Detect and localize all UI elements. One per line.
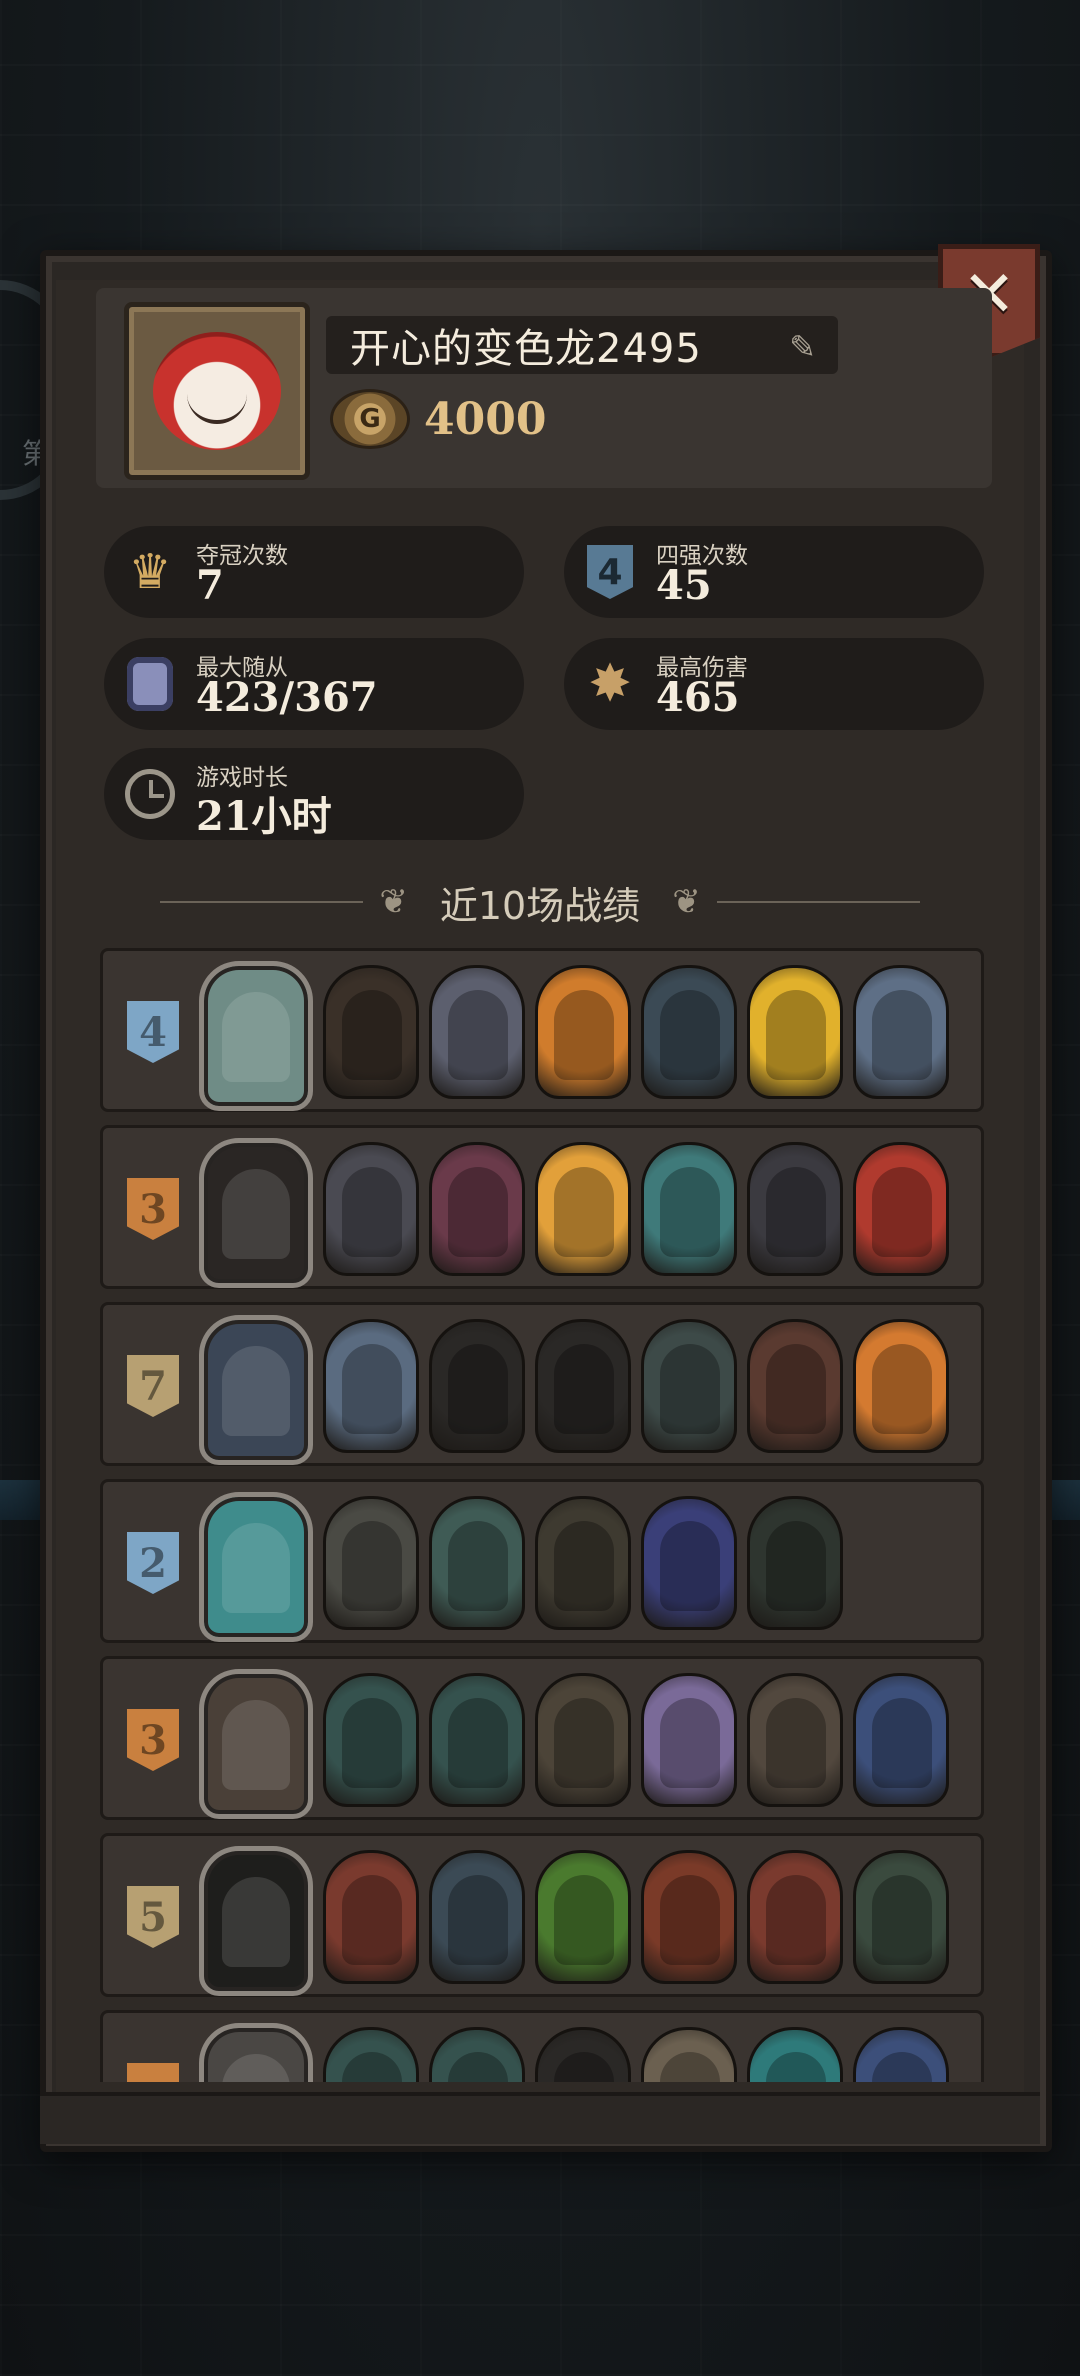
match-row[interactable]: 3 xyxy=(100,1656,984,1820)
minion-card[interactable] xyxy=(747,2027,843,2082)
minion-card[interactable] xyxy=(535,1850,631,1984)
coin-value: 4000 xyxy=(424,393,547,445)
minion-card[interactable] xyxy=(535,1496,631,1630)
minion-card[interactable] xyxy=(747,1319,843,1453)
hero-portrait[interactable] xyxy=(199,961,313,1111)
coin-balance: G 4000 xyxy=(330,388,546,450)
minion-card[interactable] xyxy=(429,1496,525,1630)
placement-badge: 5 xyxy=(127,1886,179,1948)
placement-badge: 3 xyxy=(127,1709,179,1771)
recent-matches-list[interactable]: 4 3 7 2 3 5 xyxy=(100,948,984,2082)
divider-line xyxy=(716,901,921,903)
match-row[interactable]: 4 xyxy=(100,948,984,1112)
section-title: 近10场战绩 xyxy=(439,883,641,928)
hero-portrait[interactable] xyxy=(199,1315,313,1465)
swirl-ornament-icon: ❦ xyxy=(379,882,408,922)
minion-card[interactable] xyxy=(429,2027,525,2082)
minion-card[interactable] xyxy=(323,2027,419,2082)
minion-card[interactable] xyxy=(323,1850,419,1984)
minion-card[interactable] xyxy=(429,965,525,1099)
minion-card[interactable] xyxy=(853,2027,949,2082)
minion-card[interactable] xyxy=(747,1496,843,1630)
minion-card[interactable] xyxy=(641,1496,737,1630)
recent-matches-header: ❦ 近10场战绩 ❦ xyxy=(160,872,921,932)
minion-card[interactable] xyxy=(641,1319,737,1453)
panel-bottom-edge xyxy=(40,2092,1040,2144)
avatar-portrait xyxy=(153,332,281,450)
placement-badge: 3 xyxy=(127,1178,179,1240)
minion-card[interactable] xyxy=(641,1142,737,1276)
player-name-bar: 开心的变色龙2495 ✎ xyxy=(326,316,838,374)
swirl-ornament-icon: ❦ xyxy=(672,882,701,922)
hero-portrait[interactable] xyxy=(199,1669,313,1819)
minion-card[interactable] xyxy=(853,1142,949,1276)
pencil-edit-icon[interactable]: ✎ xyxy=(789,328,816,366)
minion-card[interactable] xyxy=(641,1673,737,1807)
minion-card[interactable] xyxy=(535,1142,631,1276)
stat-value: 465 xyxy=(656,674,740,721)
divider-line xyxy=(160,901,364,903)
clock-icon xyxy=(120,764,180,824)
avatar[interactable] xyxy=(124,302,310,480)
minion-card[interactable] xyxy=(853,1673,949,1807)
stat-championships: ♛ 夺冠次数 7 xyxy=(104,526,524,618)
minion-card[interactable] xyxy=(641,2027,737,2082)
match-row[interactable]: 2 xyxy=(100,1479,984,1643)
stat-top-four: 4 四强次数 45 xyxy=(564,526,984,618)
minion-card[interactable] xyxy=(323,965,419,1099)
stat-max-damage: ✸ 最高伤害 465 xyxy=(564,638,984,730)
placement-badge: 4 xyxy=(127,1001,179,1063)
match-row[interactable] xyxy=(100,2010,984,2082)
minion-card[interactable] xyxy=(853,1850,949,1984)
hero-portrait[interactable] xyxy=(199,2023,313,2082)
minion-card[interactable] xyxy=(747,1142,843,1276)
minion-card[interactable] xyxy=(747,1673,843,1807)
minion-card[interactable] xyxy=(429,1850,525,1984)
crown-icon: ♛ xyxy=(128,544,172,600)
hero-portrait[interactable] xyxy=(199,1846,313,1996)
damage-burst-icon: ✸ xyxy=(588,654,632,714)
stat-value: 423/367 xyxy=(196,674,378,721)
minion-card[interactable] xyxy=(853,1319,949,1453)
player-name: 开心的变色龙2495 xyxy=(350,326,702,372)
minion-card[interactable] xyxy=(429,1673,525,1807)
minion-card[interactable] xyxy=(641,1850,737,1984)
stat-value: 21小时 xyxy=(196,793,332,840)
stat-value: 45 xyxy=(656,562,712,609)
minion-card[interactable] xyxy=(535,2027,631,2082)
placement-badge: 2 xyxy=(127,1532,179,1594)
stat-play-time: 游戏时长 21小时 xyxy=(104,748,524,840)
stat-value: 7 xyxy=(196,562,224,609)
stat-max-minion: 最大随从 423/367 xyxy=(104,638,524,730)
minion-card[interactable] xyxy=(853,965,949,1099)
match-row[interactable]: 7 xyxy=(100,1302,984,1466)
minion-icon xyxy=(120,654,180,714)
minion-card[interactable] xyxy=(323,1673,419,1807)
minion-card[interactable] xyxy=(747,1850,843,1984)
hero-portrait[interactable] xyxy=(199,1492,313,1642)
minion-card[interactable] xyxy=(535,1673,631,1807)
rank-4-shield-icon: 4 xyxy=(580,542,640,602)
minion-card[interactable] xyxy=(535,1319,631,1453)
minion-card[interactable] xyxy=(429,1319,525,1453)
match-row[interactable]: 5 xyxy=(100,1833,984,1997)
minion-card[interactable] xyxy=(747,965,843,1099)
minion-card[interactable] xyxy=(641,965,737,1099)
minion-card[interactable] xyxy=(323,1142,419,1276)
minion-card[interactable] xyxy=(323,1319,419,1453)
coin-icon: G xyxy=(330,389,410,449)
minion-card[interactable] xyxy=(535,965,631,1099)
hero-portrait[interactable] xyxy=(199,1138,313,1288)
placement-badge xyxy=(127,2063,179,2082)
match-row[interactable]: 3 xyxy=(100,1125,984,1289)
minion-card[interactable] xyxy=(429,1142,525,1276)
minion-card[interactable] xyxy=(323,1496,419,1630)
placement-badge: 7 xyxy=(127,1355,179,1417)
